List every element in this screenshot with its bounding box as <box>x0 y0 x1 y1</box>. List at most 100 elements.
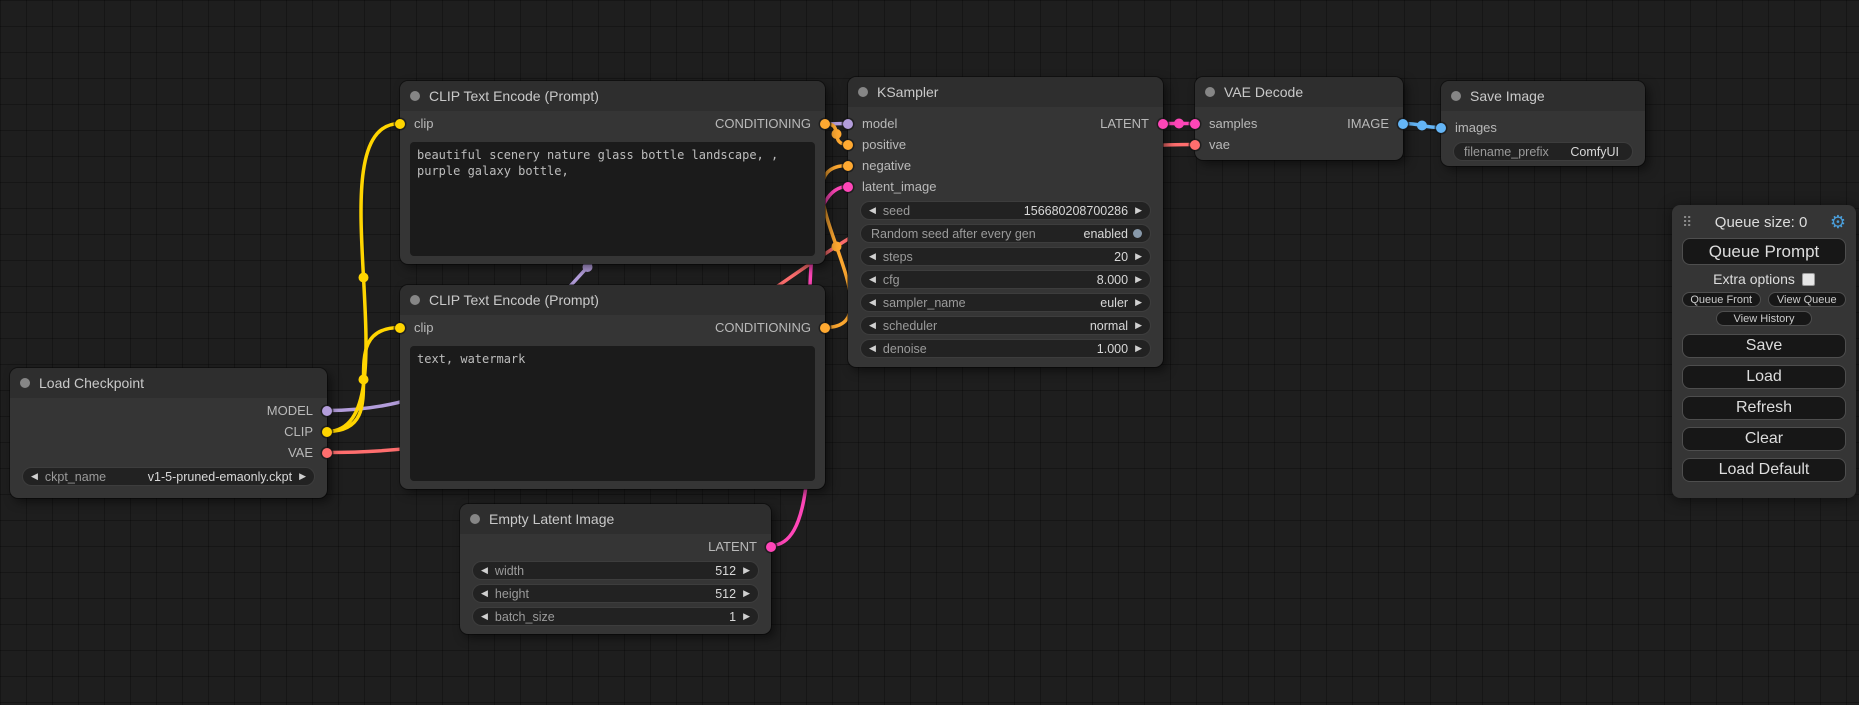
node-title-bar[interactable]: Save Image <box>1441 81 1645 111</box>
widget-value: euler <box>1100 296 1128 310</box>
extra-options-checkbox[interactable] <box>1802 273 1815 286</box>
drag-handle-icon[interactable]: ⠿ <box>1682 214 1692 231</box>
input-dot-images[interactable] <box>1436 123 1446 133</box>
widget-denoise[interactable]: ◀ denoise 1.000 ▶ <box>860 339 1151 358</box>
node-collapse-dot[interactable] <box>20 378 30 388</box>
decrement-arrow-icon[interactable]: ◀ <box>869 321 876 330</box>
node-collapse-dot[interactable] <box>858 87 868 97</box>
view-queue-button[interactable]: View Queue <box>1768 292 1847 307</box>
node-collapse-dot[interactable] <box>410 295 420 305</box>
queue-prompt-button[interactable]: Queue Prompt <box>1682 238 1846 265</box>
widget-random-seed-toggle[interactable]: Random seed after every gen enabled <box>860 224 1151 243</box>
input-dot-clip[interactable] <box>395 323 405 333</box>
increment-arrow-icon[interactable]: ▶ <box>299 472 306 481</box>
decrement-arrow-icon[interactable]: ◀ <box>481 589 488 598</box>
input-dot-samples[interactable] <box>1190 119 1200 129</box>
increment-arrow-icon[interactable]: ▶ <box>1135 321 1142 330</box>
widget-name: steps <box>883 250 913 264</box>
node-title-bar[interactable]: CLIP Text Encode (Prompt) <box>400 81 825 111</box>
decrement-arrow-icon[interactable]: ◀ <box>869 344 876 353</box>
node-empty-latent-image[interactable]: Empty Latent Image LATENT ◀ width 512 ▶ … <box>460 504 771 634</box>
input-slot-vae: vae <box>1195 134 1403 155</box>
input-dot-positive[interactable] <box>843 140 853 150</box>
increment-arrow-icon[interactable]: ▶ <box>743 566 750 575</box>
queue-size-label: Queue size: 0 <box>1692 214 1830 231</box>
node-title-bar[interactable]: CLIP Text Encode (Prompt) <box>400 285 825 315</box>
node-graph-canvas[interactable]: Load Checkpoint MODEL CLIP VAE ◀ ckpt_na… <box>0 0 1859 705</box>
output-dot-image[interactable] <box>1398 119 1408 129</box>
widget-seed[interactable]: ◀ seed 156680208700286 ▶ <box>860 201 1151 220</box>
widget-height[interactable]: ◀ height 512 ▶ <box>472 584 759 603</box>
output-dot-clip[interactable] <box>322 427 332 437</box>
widget-name: scheduler <box>883 319 937 333</box>
output-dot-conditioning[interactable] <box>820 119 830 129</box>
widget-sampler-name[interactable]: ◀ sampler_name euler ▶ <box>860 293 1151 312</box>
widget-width[interactable]: ◀ width 512 ▶ <box>472 561 759 580</box>
widget-cfg[interactable]: ◀ cfg 8.000 ▶ <box>860 270 1151 289</box>
widget-name: batch_size <box>495 610 555 624</box>
node-clip-text-encode-negative[interactable]: CLIP Text Encode (Prompt) clip CONDITION… <box>400 285 825 489</box>
node-title-bar[interactable]: VAE Decode <box>1195 77 1403 107</box>
node-title-bar[interactable]: KSampler <box>848 77 1163 107</box>
slot-label: samples <box>1209 116 1257 131</box>
decrement-arrow-icon[interactable]: ◀ <box>31 472 38 481</box>
input-dot-model[interactable] <box>843 119 853 129</box>
input-dot-negative[interactable] <box>843 161 853 171</box>
clear-button[interactable]: Clear <box>1682 427 1846 451</box>
view-history-button[interactable]: View History <box>1716 311 1812 326</box>
output-dot-vae[interactable] <box>322 448 332 458</box>
widget-filename-prefix[interactable]: filename_prefix ComfyUI <box>1453 142 1633 161</box>
node-save-image[interactable]: Save Image images filename_prefix ComfyU… <box>1441 81 1645 166</box>
input-dot-clip[interactable] <box>395 119 405 129</box>
decrement-arrow-icon[interactable]: ◀ <box>869 298 876 307</box>
widget-ckpt-name[interactable]: ◀ ckpt_name v1-5-pruned-emaonly.ckpt ▶ <box>22 467 315 486</box>
widget-value: 20 <box>1114 250 1128 264</box>
save-button[interactable]: Save <box>1682 334 1846 358</box>
node-title-bar[interactable]: Empty Latent Image <box>460 504 771 534</box>
toggle-indicator-dot[interactable] <box>1133 229 1142 238</box>
node-vae-decode[interactable]: VAE Decode samples IMAGE vae <box>1195 77 1403 160</box>
queue-menu-panel: ⠿ Queue size: 0 ⚙ Queue Prompt Extra opt… <box>1672 205 1856 498</box>
queue-front-button[interactable]: Queue Front <box>1682 292 1761 307</box>
node-load-checkpoint[interactable]: Load Checkpoint MODEL CLIP VAE ◀ ckpt_na… <box>10 368 327 498</box>
decrement-arrow-icon[interactable]: ◀ <box>481 566 488 575</box>
output-dot-model[interactable] <box>322 406 332 416</box>
input-dot-vae[interactable] <box>1190 140 1200 150</box>
increment-arrow-icon[interactable]: ▶ <box>1135 344 1142 353</box>
widget-value: 512 <box>715 587 736 601</box>
node-collapse-dot[interactable] <box>470 514 480 524</box>
prompt-textarea[interactable]: beautiful scenery nature glass bottle la… <box>410 142 815 256</box>
widget-scheduler[interactable]: ◀ scheduler normal ▶ <box>860 316 1151 335</box>
settings-gear-icon[interactable]: ⚙ <box>1830 213 1846 231</box>
node-collapse-dot[interactable] <box>410 91 420 101</box>
node-clip-text-encode-positive[interactable]: CLIP Text Encode (Prompt) clip CONDITION… <box>400 81 825 264</box>
decrement-arrow-icon[interactable]: ◀ <box>869 206 876 215</box>
output-dot-conditioning[interactable] <box>820 323 830 333</box>
increment-arrow-icon[interactable]: ▶ <box>743 589 750 598</box>
decrement-arrow-icon[interactable]: ◀ <box>869 252 876 261</box>
input-dot-latent-image[interactable] <box>843 182 853 192</box>
widget-batch-size[interactable]: ◀ batch_size 1 ▶ <box>472 607 759 626</box>
refresh-button[interactable]: Refresh <box>1682 396 1846 420</box>
increment-arrow-icon[interactable]: ▶ <box>1135 252 1142 261</box>
output-dot-latent[interactable] <box>766 542 776 552</box>
increment-arrow-icon[interactable]: ▶ <box>1135 298 1142 307</box>
increment-arrow-icon[interactable]: ▶ <box>1135 206 1142 215</box>
output-slot-vae: VAE <box>10 442 327 463</box>
output-dot-latent[interactable] <box>1158 119 1168 129</box>
prompt-textarea[interactable]: text, watermark <box>410 346 815 481</box>
decrement-arrow-icon[interactable]: ◀ <box>481 612 488 621</box>
node-collapse-dot[interactable] <box>1205 87 1215 97</box>
node-title-bar[interactable]: Load Checkpoint <box>10 368 327 398</box>
widget-name: Random seed after every gen <box>871 227 1036 241</box>
decrement-arrow-icon[interactable]: ◀ <box>869 275 876 284</box>
increment-arrow-icon[interactable]: ▶ <box>743 612 750 621</box>
load-default-button[interactable]: Load Default <box>1682 458 1846 482</box>
increment-arrow-icon[interactable]: ▶ <box>1135 275 1142 284</box>
widget-value: v1-5-pruned-emaonly.ckpt <box>148 470 292 484</box>
input-slot-positive: positive <box>848 134 1163 155</box>
load-button[interactable]: Load <box>1682 365 1846 389</box>
node-collapse-dot[interactable] <box>1451 91 1461 101</box>
node-ksampler[interactable]: KSampler model LATENT positive negative … <box>848 77 1163 367</box>
widget-steps[interactable]: ◀ steps 20 ▶ <box>860 247 1151 266</box>
